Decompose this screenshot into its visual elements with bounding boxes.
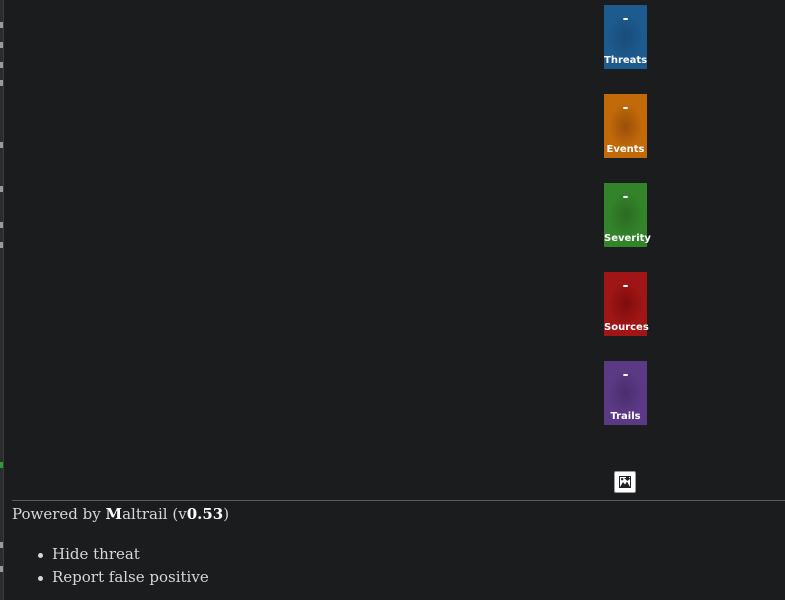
stat-threats-label: Threats [604,55,648,66]
stat-sources-value: - [622,278,629,294]
bullet-icon [38,553,43,558]
version-open: (v [167,505,187,523]
left-scroll-edge [0,0,4,600]
stat-threats[interactable]: - Threats [604,5,647,69]
stat-sources[interactable]: - Sources [604,272,649,336]
stat-trails-value: - [622,367,629,383]
stat-severity[interactable]: - Severity [604,183,651,247]
powered-by-footer: Powered by Maltrail (v0.53) [12,505,229,523]
menu-item-report-false-positive[interactable]: Report false positive [36,566,209,589]
brand-name: altrail [122,505,168,523]
version-close: ) [223,505,230,523]
stat-events-label: Events [606,144,645,155]
edge-glyph [0,80,3,86]
edge-glyph [0,542,3,548]
export-image-button[interactable] [614,471,636,493]
powered-by-prefix: Powered by [12,505,106,523]
edge-glyph [0,42,3,48]
stat-trails[interactable]: - Trails [604,361,647,425]
menu-item-label: Report false positive [52,568,209,586]
edge-glyph [0,62,3,68]
stat-severity-value: - [622,189,629,205]
stat-severity-label: Severity [604,233,651,244]
edge-glyph [0,186,3,192]
stat-trails-label: Trails [610,411,641,422]
context-menu: Hide threat Report false positive [36,543,209,589]
edge-glyph [0,22,3,28]
menu-item-label: Hide threat [52,545,140,563]
bullet-icon [38,576,43,581]
stat-sources-label: Sources [604,322,649,333]
brand-initial: M [105,505,123,523]
edge-glyph [0,462,3,468]
edge-glyph [0,566,3,572]
image-download-icon [619,476,631,488]
footer-divider [12,500,785,501]
stat-events-value: - [622,100,629,116]
edge-glyph [0,222,3,228]
stat-events[interactable]: - Events [604,94,647,158]
edge-glyph [0,242,3,248]
menu-item-hide-threat[interactable]: Hide threat [36,543,209,566]
stat-threats-value: - [622,11,629,27]
version-number: 0.53 [186,505,224,523]
edge-glyph [0,142,3,148]
